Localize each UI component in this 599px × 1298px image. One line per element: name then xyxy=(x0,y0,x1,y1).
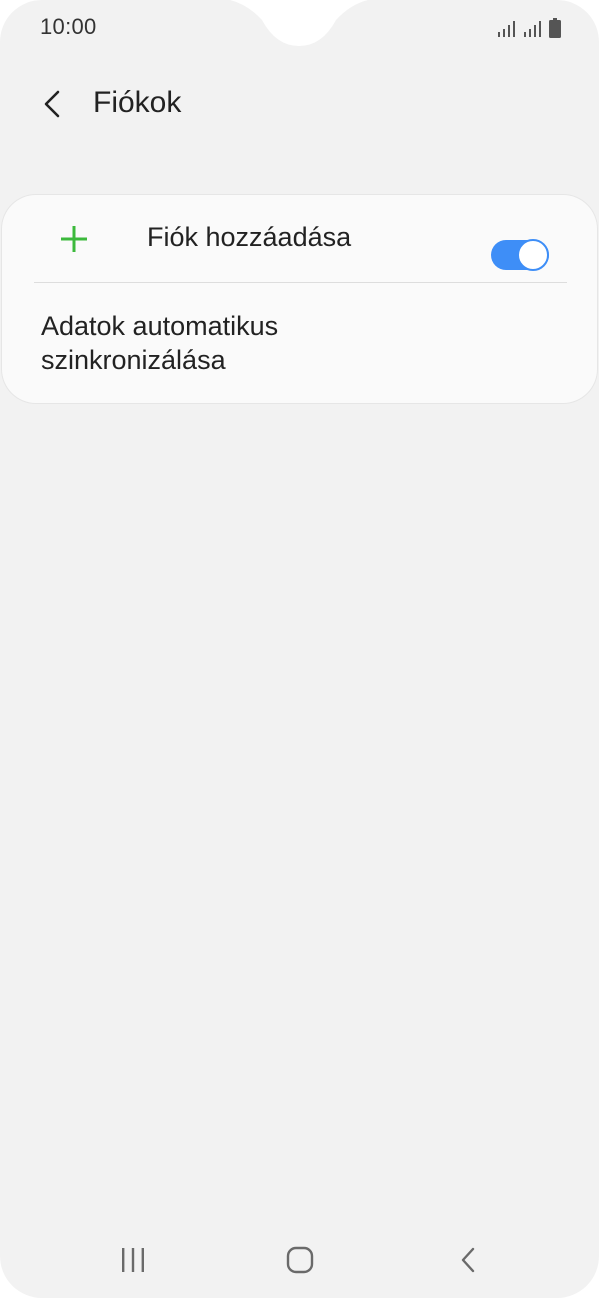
signal-icon xyxy=(498,21,515,37)
app-header: Fiókok xyxy=(0,70,599,136)
recent-apps-icon xyxy=(122,1248,144,1272)
signal-icon xyxy=(524,21,541,37)
home-button[interactable] xyxy=(275,1242,325,1278)
toggle-knob xyxy=(517,239,549,271)
nav-back-button[interactable] xyxy=(443,1242,493,1278)
add-account-label: Fiók hozzáadása xyxy=(147,222,352,252)
battery-icon xyxy=(549,18,561,38)
home-icon xyxy=(286,1246,314,1274)
back-button[interactable] xyxy=(30,82,74,126)
page-title: Fiókok xyxy=(93,86,182,119)
auto-sync-row[interactable]: Adatok automatikus szinkronizálása xyxy=(2,283,597,403)
plus-icon xyxy=(61,226,87,252)
phone-screen: 10:00 Fiókok Fiók hozzáadása Adatok auto… xyxy=(0,0,599,1298)
back-icon xyxy=(461,1247,475,1273)
navigation-bar xyxy=(0,1222,599,1298)
status-bar: 10:00 xyxy=(0,0,599,54)
auto-sync-label-line2: szinkronizálása xyxy=(41,345,226,375)
status-icons xyxy=(497,16,561,38)
auto-sync-label: Adatok automatikus szinkronizálása xyxy=(41,309,421,377)
auto-sync-label-line1: Adatok automatikus xyxy=(41,311,279,341)
back-arrow-icon xyxy=(44,90,60,118)
auto-sync-toggle[interactable] xyxy=(491,236,553,274)
accounts-card: Fiók hozzáadása Adatok automatikus szink… xyxy=(2,195,597,403)
recent-apps-button[interactable] xyxy=(108,1242,158,1278)
status-time: 10:00 xyxy=(40,14,97,39)
